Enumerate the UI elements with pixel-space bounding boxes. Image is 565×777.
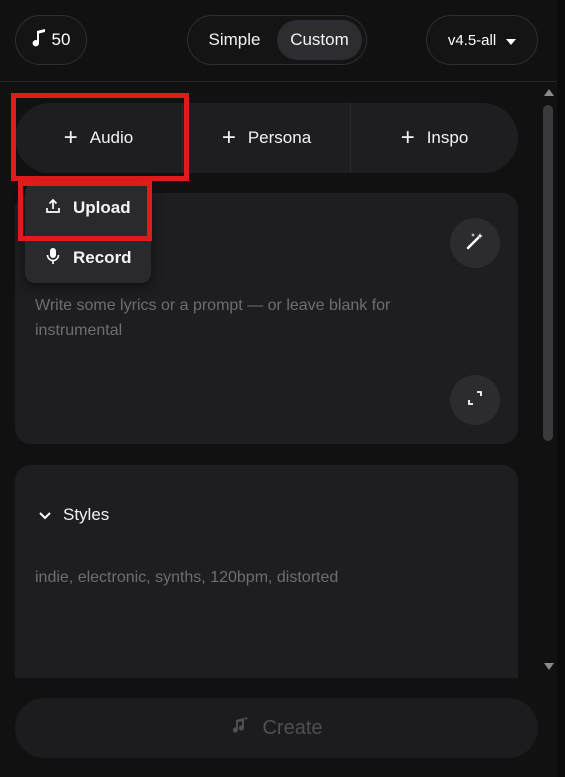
audio-highlight-box	[11, 93, 189, 181]
credits-value: 50	[51, 30, 71, 49]
version-label: v4.5-all	[447, 31, 497, 49]
microphone-icon	[45, 247, 61, 270]
styles-input[interactable]: indie, electronic, synths, 120bpm, disto…	[35, 569, 338, 587]
styles-toggle[interactable]: Styles	[39, 505, 109, 525]
record-label: Record	[73, 248, 132, 267]
magic-wand-icon	[465, 231, 485, 256]
expand-icon	[467, 390, 483, 411]
caret-down-icon	[506, 32, 517, 49]
upload-highlight-box	[18, 181, 152, 241]
scroll-down-arrow[interactable]	[544, 663, 554, 670]
chevron-down-icon	[39, 505, 51, 525]
plus-icon: +	[221, 124, 236, 151]
expand-button[interactable]	[450, 375, 500, 425]
create-button[interactable]: Create	[15, 698, 538, 758]
mode-custom-button[interactable]: Custom	[277, 20, 362, 60]
add-persona-label: Persona	[247, 128, 312, 147]
scrollbar[interactable]	[540, 83, 557, 678]
magic-wand-button[interactable]	[450, 218, 500, 268]
add-persona-button[interactable]: + Persona	[183, 103, 351, 173]
add-inspo-label: Inspo	[426, 128, 469, 147]
mode-simple-button[interactable]: Simple	[192, 20, 277, 60]
right-edge	[557, 0, 565, 777]
lyrics-input[interactable]: Write some lyrics or a prompt — or leave…	[35, 293, 435, 343]
styles-label: Styles	[63, 505, 110, 524]
scrollbar-thumb[interactable]	[543, 105, 553, 441]
scroll-up-arrow[interactable]	[544, 89, 554, 96]
mode-toggle: Simple Custom	[187, 15, 367, 65]
music-note-icon	[32, 28, 46, 52]
add-inspo-button[interactable]: + Inspo	[351, 103, 518, 173]
create-label: Create	[262, 716, 323, 739]
create-music-icon	[230, 715, 250, 741]
version-select[interactable]: v4.5-all	[426, 15, 538, 65]
styles-card: Styles indie, electronic, synths, 120bpm…	[15, 465, 518, 678]
top-bar: 50 Simple Custom v4.5-all	[0, 0, 565, 82]
credits-counter[interactable]: 50	[15, 15, 87, 65]
form-scroll-area: + Audio + Persona + Inspo Write some lyr…	[0, 83, 540, 678]
plus-icon: +	[400, 124, 415, 151]
